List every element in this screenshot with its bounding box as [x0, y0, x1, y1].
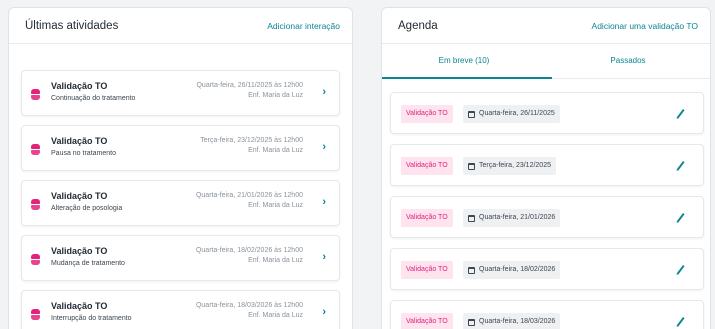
chevron-right-icon[interactable]: › [322, 251, 326, 263]
activity-item[interactable]: Validação TO Continuação do tratamento Q… [21, 70, 340, 116]
agenda-panel: Agenda Adicionar uma validação TO Em bre… [381, 7, 711, 329]
activity-author: Enf. Maria da Luz [248, 92, 303, 99]
date-chip: Terça-feira, 23/12/2025 [463, 157, 556, 175]
activity-item[interactable]: Validação TO Pausa no tratamento Terça-f… [21, 125, 340, 171]
date-chip-label: Quarta-feira, 21/01/2026 [479, 214, 556, 221]
calendar-icon [468, 318, 475, 326]
calendar-icon [468, 110, 475, 118]
activity-title: Validação TO [51, 301, 108, 311]
agenda-header: Agenda Adicionar uma validação TO [382, 8, 710, 44]
pencil-icon[interactable] [675, 210, 685, 224]
add-validation-link[interactable]: Adicionar uma validação TO [592, 21, 698, 31]
date-chip: Quarta-feira, 26/11/2025 [463, 105, 560, 123]
date-chip-label: Quarta-feira, 18/02/2026 [479, 266, 556, 273]
agenda-list: Validação TO Quarta-feira, 26/11/2025 Va… [382, 79, 710, 329]
pill-icon [31, 89, 40, 100]
agenda-item: Validação TO Quarta-feira, 18/03/2026 [390, 300, 704, 329]
pill-icon [31, 144, 40, 155]
date-chip: Quarta-feira, 18/03/2026 [463, 313, 561, 329]
agenda-item: Validação TO Terça-feira, 23/12/2025 [390, 144, 704, 186]
activities-header: Últimas atividades Adicionar interação [9, 8, 352, 44]
chevron-right-icon[interactable]: › [322, 141, 326, 153]
date-chip: Quarta-feira, 18/02/2026 [463, 261, 561, 279]
pill-icon [31, 254, 40, 265]
activities-list: Validação TO Continuação do tratamento Q… [9, 44, 352, 329]
activity-item[interactable]: Validação TO Mudança de tratamento Quart… [21, 235, 340, 281]
chevron-right-icon[interactable]: › [322, 196, 326, 208]
date-chip: Quarta-feira, 21/01/2026 [463, 209, 561, 227]
activity-subtitle: Alteração de posologia [51, 205, 123, 212]
activity-title: Validação TO [51, 136, 108, 146]
activity-subtitle: Pausa no tratamento [51, 150, 116, 157]
agenda-item: Validação TO Quarta-feira, 21/01/2026 [390, 196, 704, 238]
pill-icon [31, 309, 40, 320]
pencil-icon[interactable] [675, 106, 685, 120]
pencil-icon[interactable] [675, 158, 685, 172]
activity-subtitle: Mudança de tratamento [51, 260, 125, 267]
date-chip-label: Quarta-feira, 18/03/2026 [479, 318, 556, 325]
activity-title: Validação TO [51, 246, 108, 256]
type-badge: Validação TO [401, 261, 453, 279]
type-badge: Validação TO [401, 105, 453, 123]
activity-item[interactable]: Validação TO Alteração de posologia Quar… [21, 180, 340, 226]
activities-panel: Últimas atividades Adicionar interação V… [8, 7, 353, 329]
pill-icon [31, 199, 40, 210]
tab-past[interactable]: Passados [546, 44, 710, 78]
activity-author: Enf. Maria da Luz [248, 257, 303, 264]
type-badge: Validação TO [401, 209, 453, 227]
activity-item[interactable]: Validação TO Interrupção do tratamento Q… [21, 290, 340, 329]
calendar-icon [468, 266, 475, 274]
activity-date: Terça-feira, 23/12/2025 às 12h00 [200, 137, 303, 144]
active-tab-indicator [382, 77, 552, 79]
activity-date: Quarta-feira, 18/03/2026 às 12h00 [195, 302, 303, 309]
activity-author: Enf. Maria da Luz [248, 147, 303, 154]
type-badge: Validação TO [401, 157, 453, 175]
date-chip-label: Terça-feira, 23/12/2025 [479, 162, 551, 169]
activity-date: Quarta-feira, 18/02/2026 às 12h00 [195, 247, 303, 254]
pencil-icon[interactable] [675, 262, 685, 276]
activity-date: Quarta-feira, 21/01/2026 às 12h00 [195, 192, 303, 199]
activity-author: Enf. Maria da Luz [248, 202, 303, 209]
tab-upcoming[interactable]: Em breve (10) [382, 44, 546, 78]
activity-subtitle: Interrupção do tratamento [51, 315, 132, 322]
activity-title: Validação TO [51, 81, 108, 91]
activity-title: Validação TO [51, 191, 108, 201]
agenda-title: Agenda [398, 19, 438, 32]
agenda-item: Validação TO Quarta-feira, 26/11/2025 [390, 92, 704, 134]
agenda-item: Validação TO Quarta-feira, 18/02/2026 [390, 248, 704, 290]
type-badge: Validação TO [401, 313, 453, 329]
activities-title: Últimas atividades [25, 19, 119, 32]
chevron-right-icon[interactable]: › [322, 306, 326, 318]
calendar-icon [468, 162, 475, 170]
activity-author: Enf. Maria da Luz [248, 312, 303, 319]
pencil-icon[interactable] [675, 314, 685, 328]
chevron-right-icon[interactable]: › [322, 86, 326, 98]
date-chip-label: Quarta-feira, 26/11/2025 [479, 110, 555, 117]
agenda-tabs: Em breve (10) Passados [382, 44, 710, 79]
add-interaction-link[interactable]: Adicionar interação [267, 21, 340, 31]
calendar-icon [468, 214, 475, 222]
activity-subtitle: Continuação do tratamento [51, 95, 136, 102]
activity-date: Quarta-feira, 26/11/2025 às 12h00 [196, 82, 303, 89]
